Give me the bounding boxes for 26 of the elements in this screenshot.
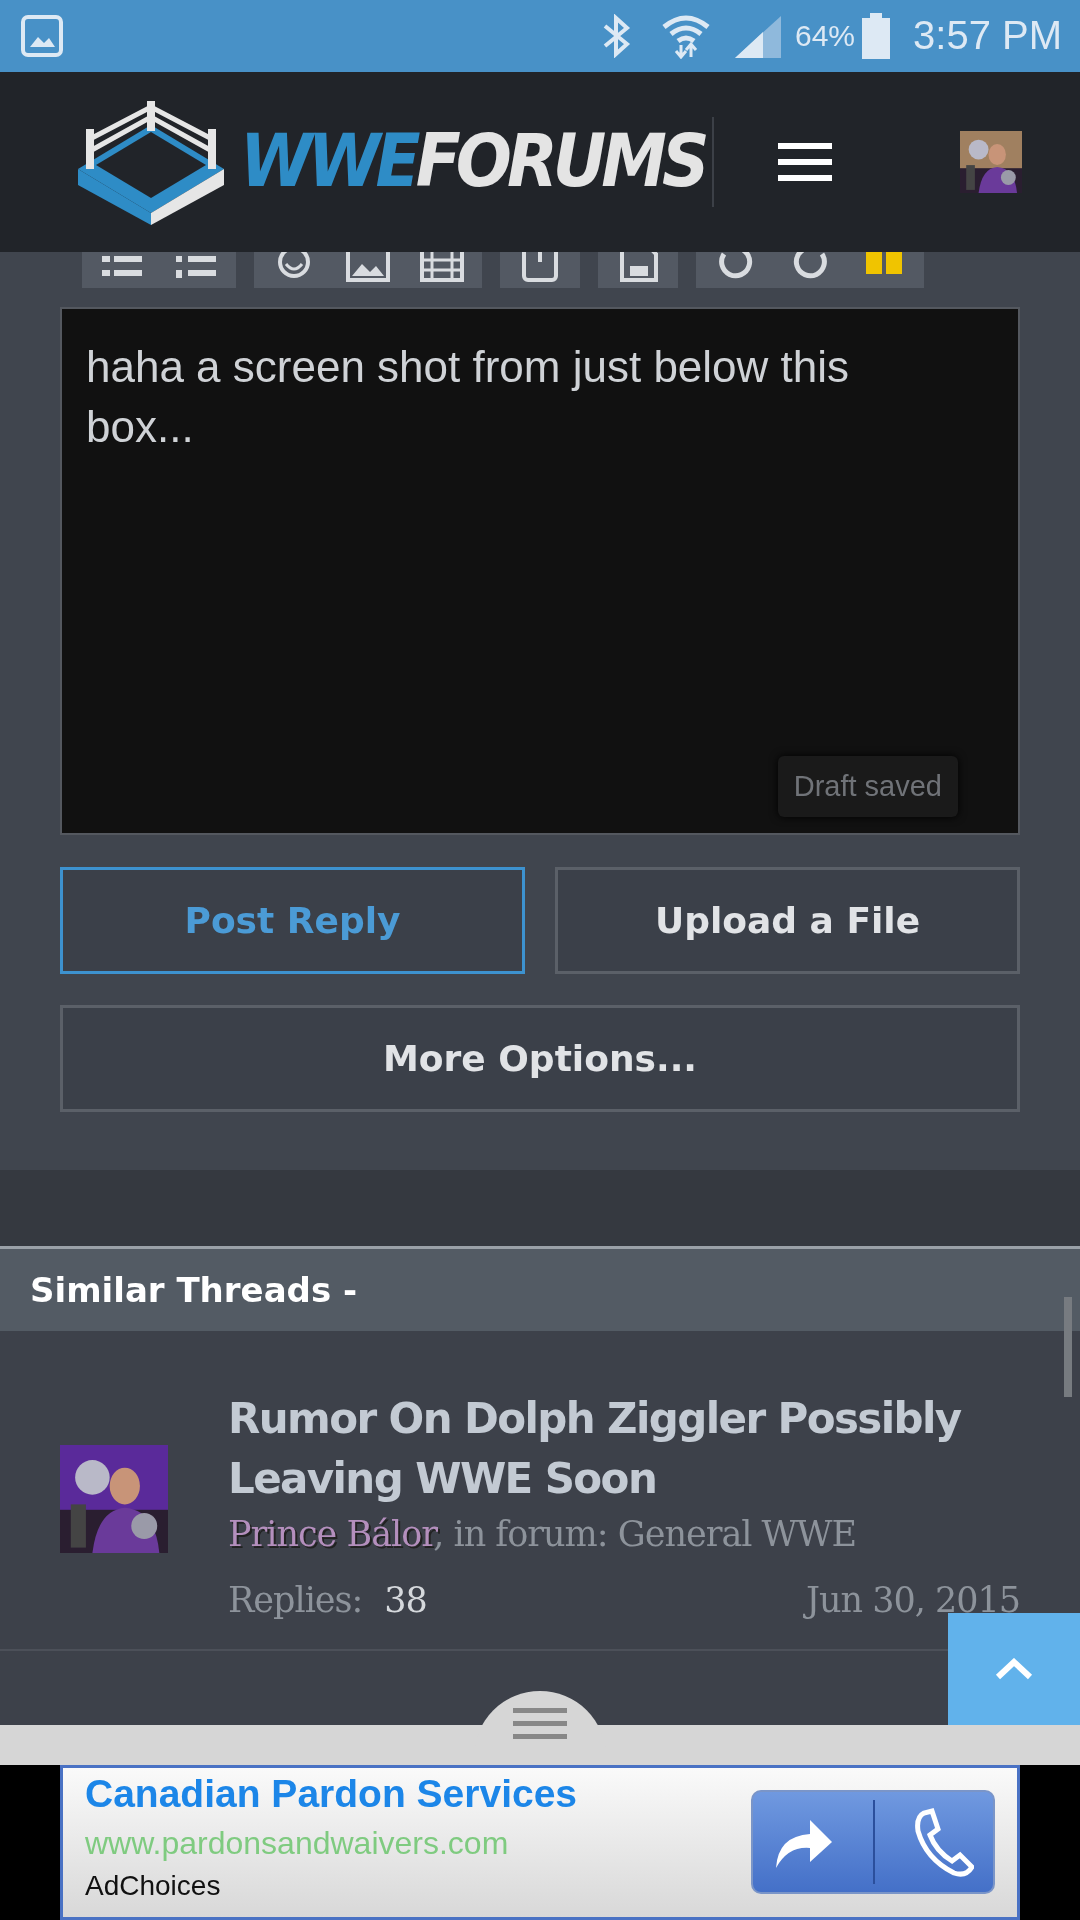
thread-title[interactable]: Rumor On Dolph Ziggler Possibly Leaving WWE Soon — [228, 1389, 1020, 1510]
menu-icon[interactable] — [778, 142, 832, 181]
draft-saved-notice: Draft saved — [777, 755, 958, 817]
author-link[interactable]: Prince Bálor — [228, 1514, 434, 1555]
editor-text: haha a screen shot from just below this box... — [86, 340, 851, 453]
gallery-icon — [20, 13, 64, 58]
message-editor[interactable]: haha a screen shot from just below this box... Draft saved — [60, 306, 1020, 835]
thread-date: Jun 30, 2015 — [805, 1579, 1020, 1623]
battery-icon — [861, 12, 892, 59]
site-logo[interactable]: WWEFORUMS — [240, 125, 705, 199]
phone-icon[interactable] — [913, 1807, 974, 1878]
bluetooth-icon — [601, 13, 633, 58]
wrestling-ring-icon — [76, 98, 226, 225]
signal-icon — [733, 13, 783, 58]
forum-info: , in forum: General WWE — [433, 1514, 857, 1555]
ad-banner[interactable]: Canadian Pardon Services www.pardonsandwaivers.com AdChoices — [60, 1765, 1020, 1920]
section-title: Similar Threads - — [30, 1270, 358, 1311]
wifi-icon — [661, 12, 711, 59]
upload-file-button[interactable]: Upload a File — [555, 866, 1020, 974]
replies-count: 38 — [384, 1579, 427, 1623]
clock: 3:57 PM — [913, 13, 1062, 59]
replies-label: Replies: — [228, 1579, 363, 1623]
battery-percentage: 64% — [795, 18, 856, 53]
chevron-up-icon — [995, 1658, 1033, 1681]
more-options-button[interactable]: More Options... — [60, 1004, 1020, 1112]
adchoices-link[interactable]: AdChoices — [85, 1866, 1017, 1907]
